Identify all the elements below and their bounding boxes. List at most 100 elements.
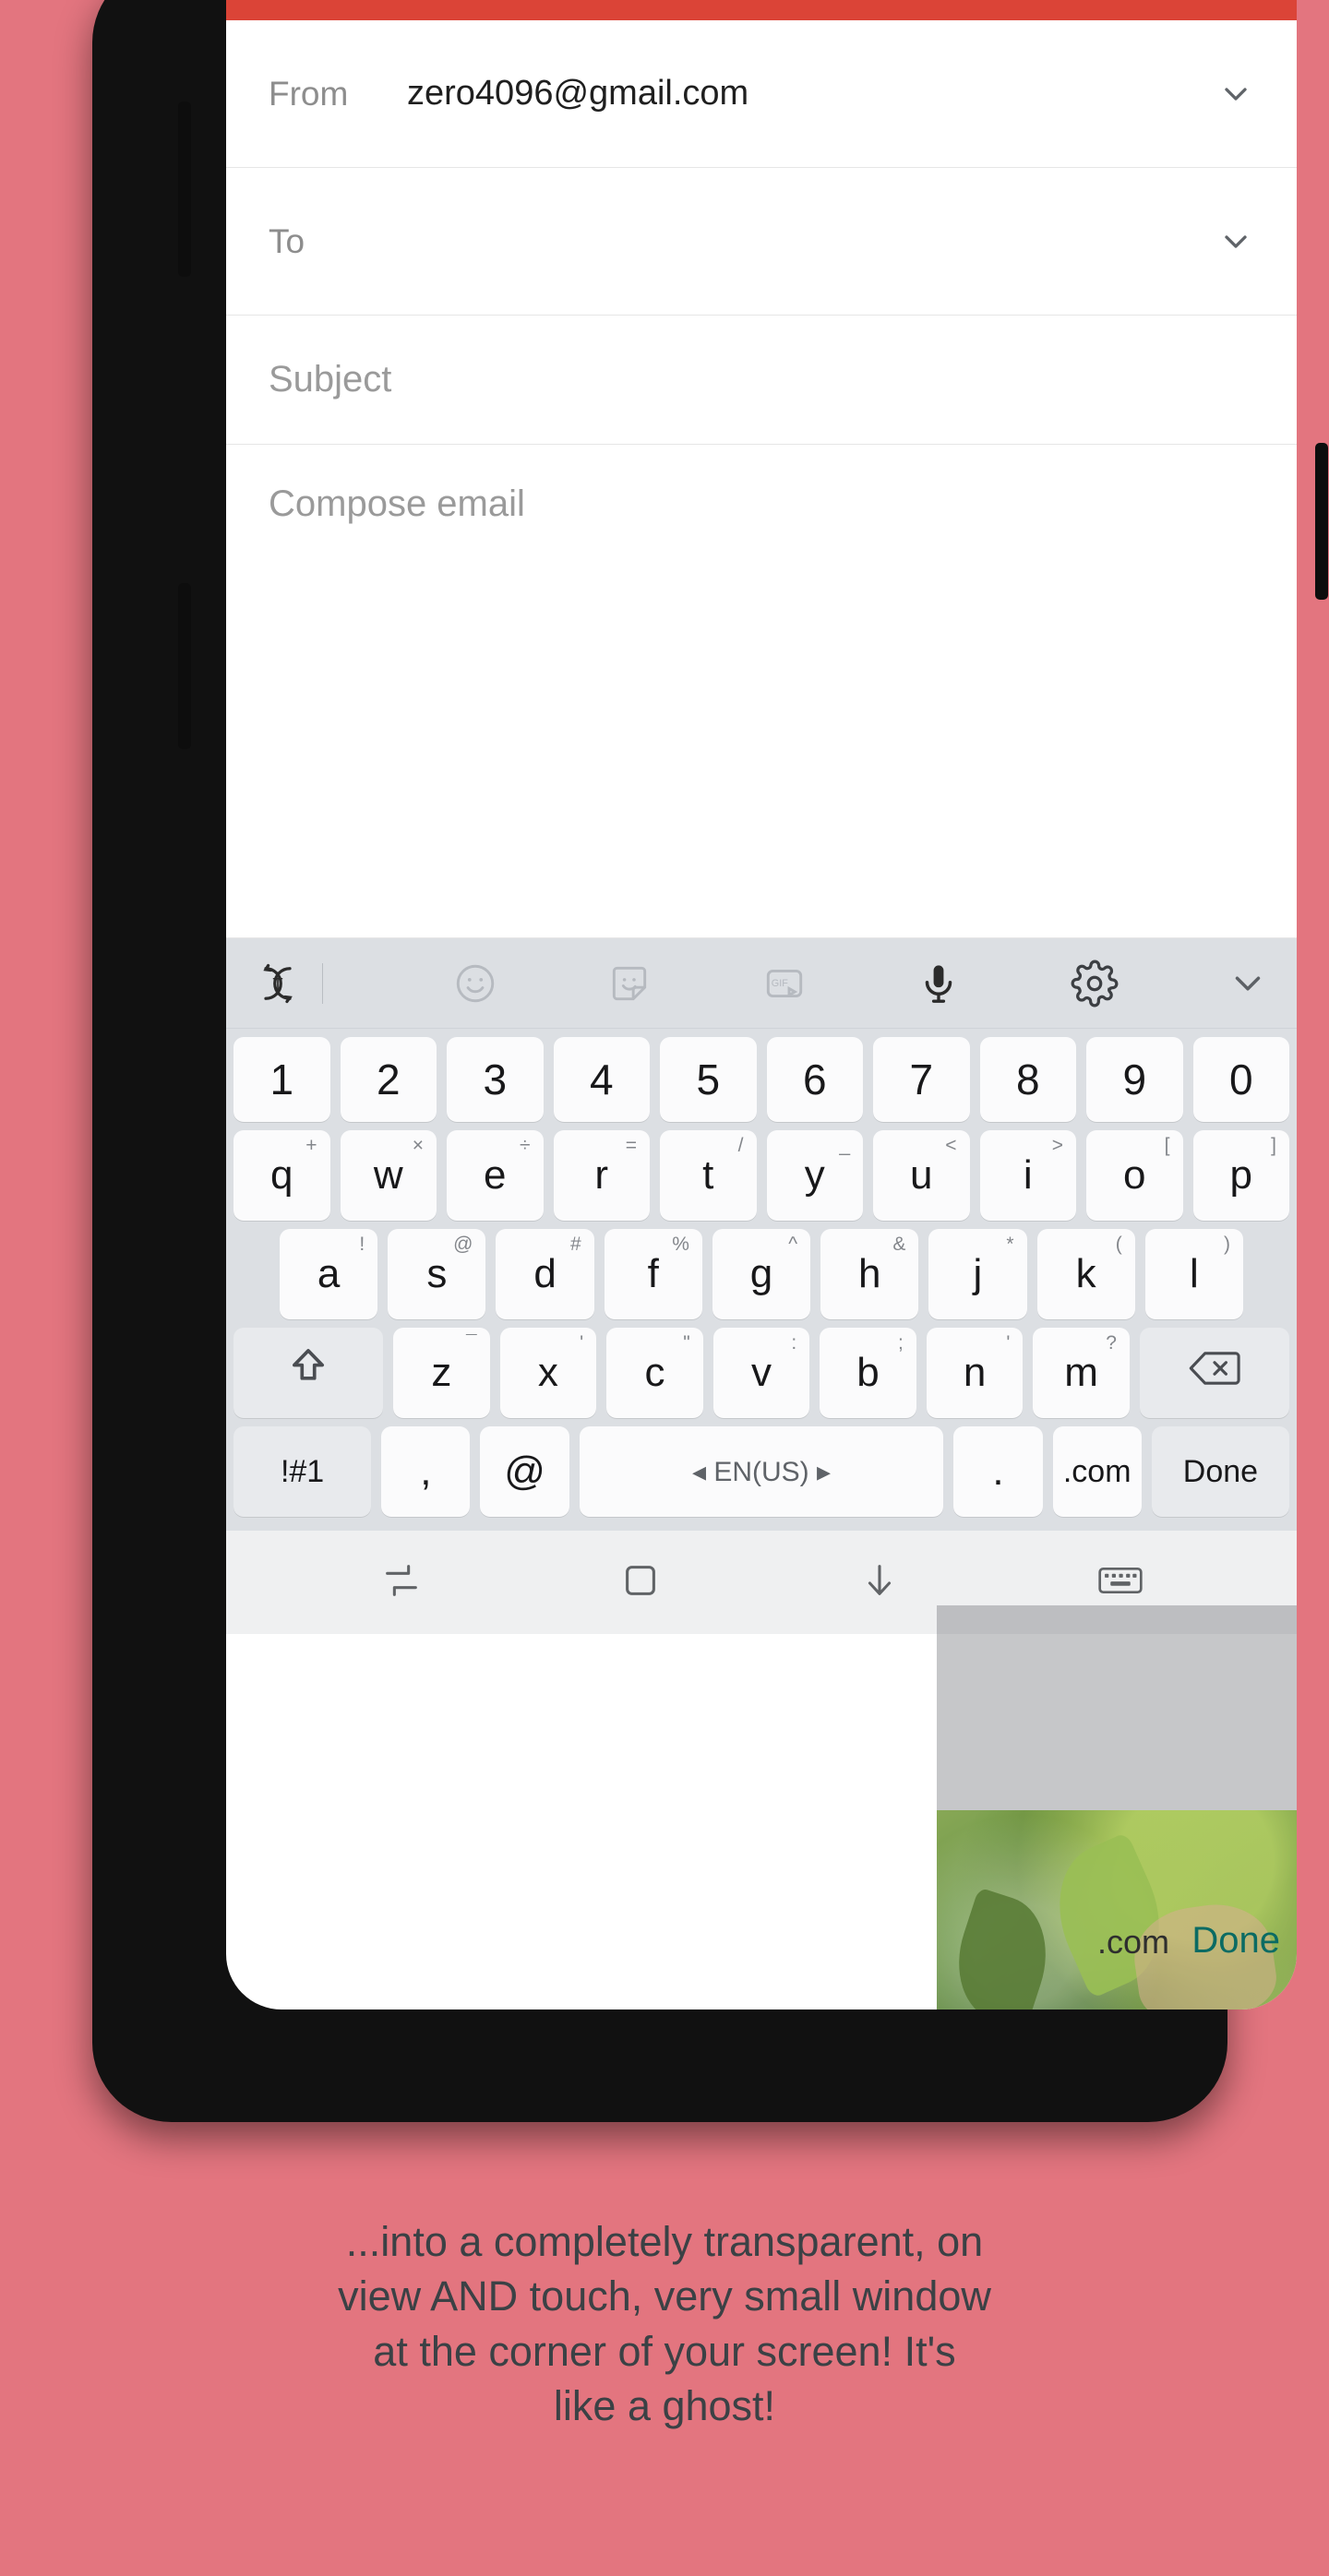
period-key[interactable]: . — [953, 1426, 1043, 1517]
collapse-chevron-icon[interactable] — [1227, 962, 1269, 1005]
keyboard-row-top: + q × w ÷ e = r / t _ y < u > i [o] p — [233, 1130, 1289, 1221]
settings-gear-icon[interactable] — [1071, 960, 1119, 1008]
key-5[interactable]: 5 — [660, 1037, 757, 1122]
key-r[interactable]: = r — [553, 1130, 650, 1221]
key-k[interactable]: ( k — [1036, 1229, 1135, 1319]
from-value: zero4096@gmail.com — [407, 74, 749, 113]
keyboard-row-numbers: 1 2 3 4 5 6 7 8 9 0 — [233, 1037, 1289, 1122]
key-n[interactable]: ' n — [926, 1328, 1024, 1418]
to-field[interactable]: To — [226, 168, 1297, 316]
key-f[interactable]: % f — [604, 1229, 702, 1319]
key-d[interactable]: # d — [496, 1229, 594, 1319]
key-0[interactable]: 0 — [1192, 1037, 1289, 1122]
emoji-icon[interactable] — [452, 960, 498, 1007]
svg-text:GIF: GIF — [771, 977, 787, 988]
gif-icon[interactable]: GIF — [761, 960, 808, 1007]
key-l-symbol: ) — [1223, 1234, 1230, 1255]
backspace-key[interactable] — [1139, 1328, 1289, 1418]
key-x[interactable]: ' x — [499, 1328, 597, 1418]
dotcom-key[interactable]: .com — [1052, 1426, 1142, 1517]
transparent-overlay-window: .com Done — [937, 1605, 1297, 2010]
key-d-label: d — [533, 1251, 557, 1296]
shift-icon — [284, 1344, 332, 1402]
email-body-field[interactable]: Compose email — [226, 445, 1297, 938]
key-m[interactable]: ? m — [1033, 1328, 1130, 1418]
key-1[interactable]: 1 — [233, 1037, 330, 1122]
volume-up-button[interactable] — [178, 101, 191, 277]
key-a-label: a — [317, 1251, 341, 1296]
key-i[interactable]: > i — [979, 1130, 1076, 1221]
key-h-label: h — [857, 1251, 881, 1296]
key-z-label: z — [431, 1350, 452, 1395]
key-4[interactable]: 4 — [553, 1037, 650, 1122]
key-e-symbol: ÷ — [519, 1135, 531, 1156]
key-v[interactable]: : v — [712, 1328, 810, 1418]
shift-key[interactable] — [233, 1328, 384, 1418]
symbols-key[interactable]: !#1 — [233, 1426, 372, 1517]
key-h-symbol: & — [892, 1234, 906, 1255]
hand-shape-icon — [1127, 1896, 1281, 2010]
key-u[interactable]: < u — [873, 1130, 970, 1221]
key-l-label: l — [1189, 1251, 1199, 1296]
key-p-label: p — [1229, 1152, 1252, 1198]
key-6[interactable]: 6 — [766, 1037, 863, 1122]
overlay-photo-preview — [937, 1810, 1297, 2010]
keyboard-switch-icon[interactable] — [1097, 1559, 1143, 1606]
key-b-symbol: ; — [897, 1332, 904, 1354]
key-g[interactable]: ^ g — [712, 1229, 811, 1319]
key-w[interactable]: × w — [340, 1130, 437, 1221]
home-icon[interactable] — [619, 1559, 662, 1606]
caption-line-2: view AND touch, very small window — [338, 2272, 991, 2320]
comma-key[interactable]: , — [381, 1426, 471, 1517]
from-field[interactable]: From zero4096@gmail.com — [226, 20, 1297, 168]
key-e[interactable]: ÷ e — [447, 1130, 544, 1221]
space-key[interactable]: ◂ EN(US) ▸ — [579, 1426, 944, 1517]
key-f-symbol: % — [672, 1234, 689, 1255]
key-a[interactable]: ! a — [280, 1229, 378, 1319]
caption-line-4: like a ghost! — [553, 2382, 776, 2430]
key-c[interactable]: " c — [606, 1328, 703, 1418]
key-3[interactable]: 3 — [447, 1037, 544, 1122]
key-o[interactable]: [ o — [1086, 1130, 1183, 1221]
key-f-label: f — [647, 1251, 659, 1296]
volume-down-button[interactable] — [178, 583, 191, 749]
key-t[interactable]: / t — [660, 1130, 757, 1221]
key-p[interactable]: ] p — [1192, 1130, 1289, 1221]
sticker-icon[interactable] — [606, 960, 653, 1007]
key-y[interactable]: _ y — [766, 1130, 863, 1221]
key-b[interactable]: ; b — [820, 1328, 916, 1418]
key-r-label: r — [594, 1152, 609, 1198]
hide-keyboard-icon[interactable] — [858, 1559, 901, 1606]
subject-field[interactable]: Subject — [226, 316, 1297, 445]
key-r-symbol: = — [625, 1135, 637, 1156]
key-j[interactable]: * j — [928, 1229, 1027, 1319]
key-2[interactable]: 2 — [340, 1037, 437, 1122]
key-z-symbol: ¯ — [466, 1332, 477, 1354]
text-rotate-icon[interactable]: T — [254, 960, 302, 1008]
key-g-symbol: ^ — [788, 1234, 798, 1255]
key-8[interactable]: 8 — [979, 1037, 1076, 1122]
key-y-label: y — [804, 1152, 825, 1198]
key-p-symbol: ] — [1271, 1135, 1276, 1156]
key-7[interactable]: 7 — [873, 1037, 970, 1122]
key-o-label: o — [1123, 1152, 1146, 1198]
key-s-label: s — [426, 1251, 448, 1296]
overlay-dim-region — [937, 1605, 1297, 1810]
key-h[interactable]: & h — [820, 1229, 919, 1319]
key-9[interactable]: 9 — [1086, 1037, 1183, 1122]
key-q[interactable]: + q — [233, 1130, 330, 1221]
recents-icon[interactable] — [380, 1559, 423, 1606]
microphone-icon[interactable] — [916, 960, 962, 1007]
svg-text:T: T — [272, 973, 282, 993]
key-b-label: b — [856, 1350, 880, 1395]
key-g-label: g — [749, 1251, 773, 1296]
chevron-down-icon[interactable] — [1217, 76, 1254, 113]
key-l[interactable]: ) l — [1144, 1229, 1243, 1319]
chevron-down-icon[interactable] — [1217, 223, 1254, 260]
key-s[interactable]: @ s — [388, 1229, 486, 1319]
power-button[interactable] — [1315, 443, 1328, 600]
key-u-label: u — [910, 1152, 933, 1198]
at-key[interactable]: @ — [480, 1426, 569, 1517]
done-key[interactable]: Done — [1151, 1426, 1289, 1517]
key-z[interactable]: ¯ z — [393, 1328, 490, 1418]
